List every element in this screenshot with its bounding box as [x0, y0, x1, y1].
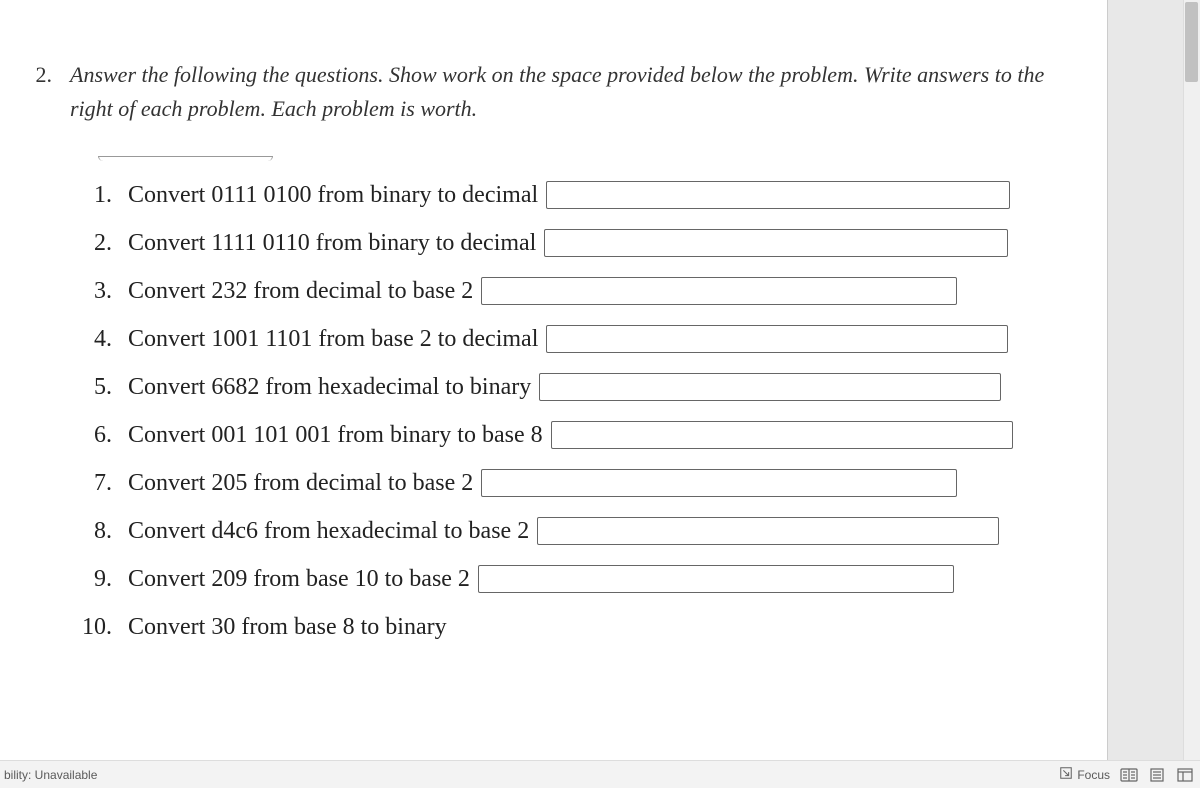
question-number: 2.	[80, 230, 128, 257]
answer-input-7[interactable]	[481, 469, 957, 497]
question-text: Convert 1111 0110 from binary to decimal	[128, 230, 536, 257]
question-number: 9.	[80, 566, 128, 593]
answer-input-5[interactable]	[539, 373, 1001, 401]
main-instruction: 2. Answer the following the questions. S…	[30, 58, 1077, 126]
question-text: Convert 6682 from hexadecimal to binary	[128, 374, 531, 401]
question-row: 3. Convert 232 from decimal to base 2	[80, 273, 1077, 309]
question-number: 4.	[80, 326, 128, 353]
question-text: Convert 209 from base 10 to base 2	[128, 566, 470, 593]
document-page: 2. Answer the following the questions. S…	[0, 0, 1108, 760]
answer-input-2[interactable]	[544, 229, 1008, 257]
answer-input-4[interactable]	[546, 325, 1008, 353]
content-area: 2. Answer the following the questions. S…	[0, 0, 1107, 677]
question-row: 5. Convert 6682 from hexadecimal to bina…	[80, 369, 1077, 405]
answer-input-6[interactable]	[551, 421, 1013, 449]
question-number: 5.	[80, 374, 128, 401]
question-text: Convert d4c6 from hexadecimal to base 2	[128, 518, 529, 545]
status-right-group: Focus	[1059, 766, 1200, 783]
instruction-text: Answer the following the questions. Show…	[70, 58, 1077, 126]
question-number: 8.	[80, 518, 128, 545]
answer-input-1[interactable]	[546, 181, 1010, 209]
status-bar: bility: Unavailable Focus	[0, 760, 1200, 788]
question-text: Convert 0111 0100 from binary to decimal	[128, 182, 538, 209]
question-number: 6.	[80, 422, 128, 449]
answer-input-9[interactable]	[478, 565, 954, 593]
question-number: 3.	[80, 278, 128, 305]
question-text: Convert 001 101 001 from binary to base …	[128, 422, 543, 449]
answer-input-3[interactable]	[481, 277, 957, 305]
instruction-number: 2.	[30, 58, 70, 126]
read-mode-icon[interactable]	[1120, 767, 1138, 783]
web-layout-icon[interactable]	[1176, 767, 1194, 783]
question-text: Convert 205 from decimal to base 2	[128, 470, 473, 497]
answer-input-8[interactable]	[537, 517, 999, 545]
question-number: 1.	[80, 182, 128, 209]
question-text: Convert 1001 1101 from base 2 to decimal	[128, 326, 538, 353]
focus-icon	[1059, 766, 1073, 783]
question-row: 1. Convert 0111 0100 from binary to deci…	[80, 177, 1077, 213]
scrollbar-track[interactable]	[1183, 0, 1200, 760]
input-stub-top	[98, 156, 273, 161]
question-row: 2. Convert 1111 0110 from binary to deci…	[80, 225, 1077, 261]
question-text: Convert 232 from decimal to base 2	[128, 278, 473, 305]
question-row: 8. Convert d4c6 from hexadecimal to base…	[80, 513, 1077, 549]
question-row: 9. Convert 209 from base 10 to base 2	[80, 561, 1077, 597]
status-left-text: bility: Unavailable	[0, 768, 1059, 782]
question-row: 4. Convert 1001 1101 from base 2 to deci…	[80, 321, 1077, 357]
question-number: 10.	[80, 614, 128, 641]
question-text: Convert 30 from base 8 to binary	[128, 614, 447, 641]
right-gutter	[1108, 0, 1200, 760]
focus-button[interactable]: Focus	[1059, 766, 1110, 783]
question-row: 7. Convert 205 from decimal to base 2	[80, 465, 1077, 501]
questions-list: 1. Convert 0111 0100 from binary to deci…	[30, 156, 1077, 645]
focus-label: Focus	[1077, 768, 1110, 782]
question-row: 10. Convert 30 from base 8 to binary	[80, 609, 1077, 645]
print-layout-icon[interactable]	[1148, 767, 1166, 783]
scrollbar-thumb[interactable]	[1185, 2, 1198, 82]
question-row: 6. Convert 001 101 001 from binary to ba…	[80, 417, 1077, 453]
question-number: 7.	[80, 470, 128, 497]
